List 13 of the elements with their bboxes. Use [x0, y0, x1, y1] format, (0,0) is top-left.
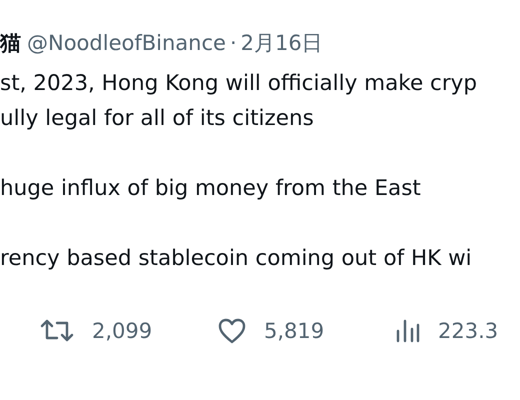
tweet-text: rency based stablecoin coming out of HK wi [0, 245, 473, 273]
retweet-count: 2,099 [92, 319, 152, 343]
tweet-text: huge influx of big money from the East [0, 175, 422, 203]
views-count: 223.3 [438, 319, 498, 343]
heart-icon[interactable] [218, 318, 246, 344]
bar-chart-icon[interactable] [396, 319, 420, 343]
tweet-text: ully legal for all of its citizens [0, 105, 315, 133]
retweet-icon[interactable] [40, 318, 74, 344]
user-handle[interactable]: @NoodleofBinance [27, 31, 226, 55]
like-count: 5,819 [264, 319, 324, 343]
separator: · [230, 31, 237, 55]
tweet-text: st, 2023, Hong Kong will officially make cryp [0, 70, 478, 98]
post-date[interactable]: 2月16日 [240, 29, 323, 57]
